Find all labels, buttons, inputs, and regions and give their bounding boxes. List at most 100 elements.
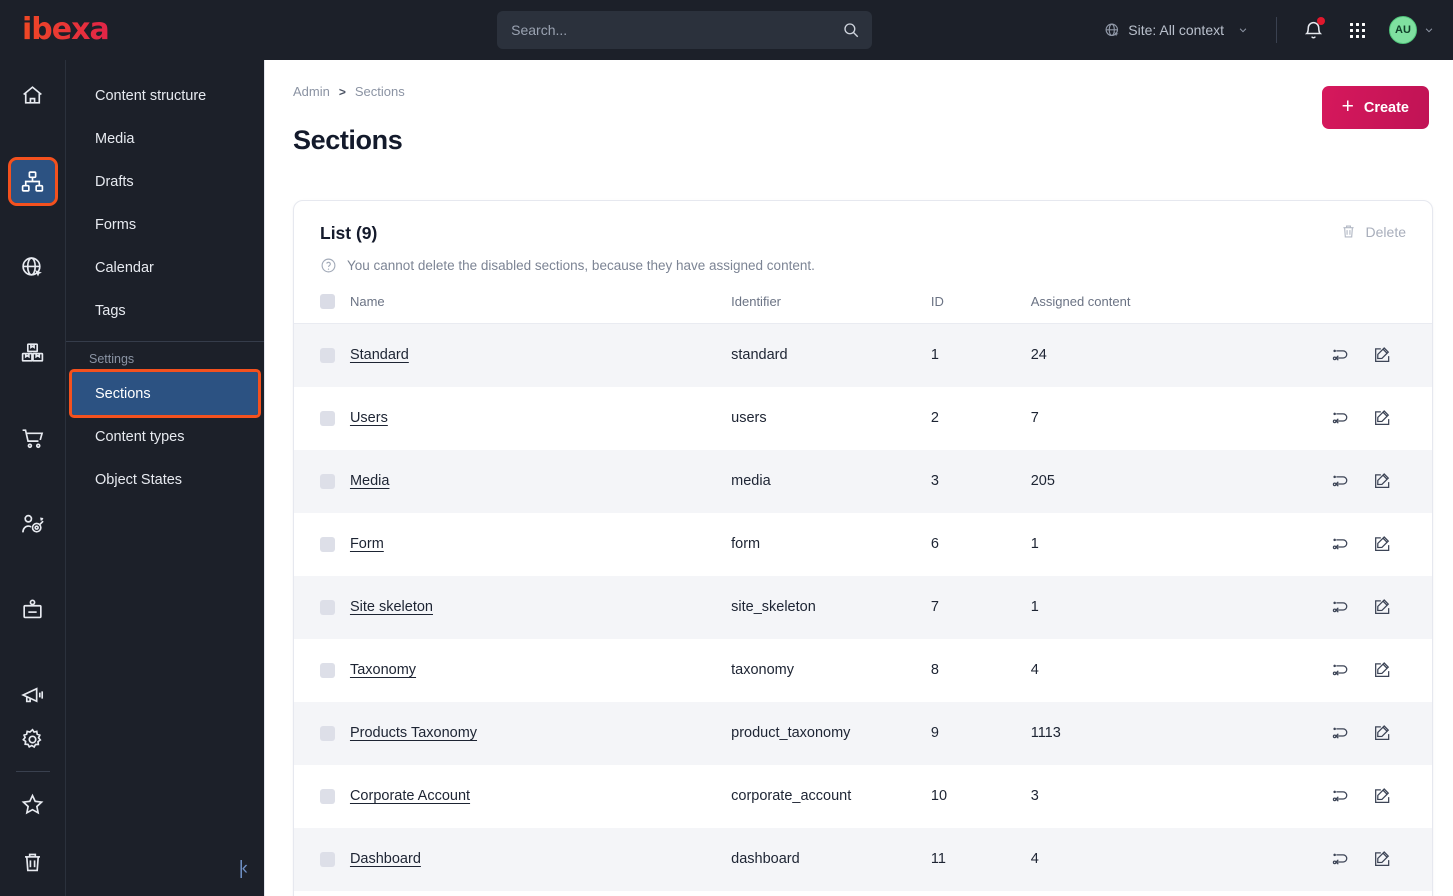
row-checkbox[interactable]: [320, 788, 335, 804]
row-checkbox[interactable]: [320, 851, 335, 867]
table-row[interactable]: Dashboard dashboard 11 4: [294, 827, 1432, 891]
rail-item-bookmarks[interactable]: [11, 782, 55, 826]
section-name-link[interactable]: Taxonomy: [350, 662, 416, 678]
sidebar-item-forms[interactable]: Forms: [72, 203, 258, 246]
row-checkbox[interactable]: [320, 599, 335, 615]
cell-assigned-content: 1: [1030, 536, 1039, 552]
table-row[interactable]: Media media 3 205: [294, 449, 1432, 513]
table-row[interactable]: Standard standard 1 24: [294, 323, 1432, 387]
cell-assigned-content: 24: [1030, 347, 1047, 364]
search-box[interactable]: [497, 11, 873, 49]
sidebar-item-media[interactable]: Media: [72, 117, 258, 160]
sidebar-item-sections[interactable]: Sections: [69, 369, 261, 418]
assign-section-button[interactable]: [1330, 786, 1350, 806]
edit-section-button[interactable]: [1372, 786, 1392, 806]
assign-section-button[interactable]: [1330, 849, 1350, 869]
rail-item-customer-targeting[interactable]: [11, 502, 55, 545]
breadcrumb-item-admin[interactable]: Admin: [293, 84, 330, 99]
rail-item-cart[interactable]: [11, 417, 55, 460]
assign-section-button[interactable]: [1330, 471, 1350, 491]
column-header-name[interactable]: Name: [349, 294, 732, 324]
edit-section-button[interactable]: [1372, 723, 1392, 743]
delete-button[interactable]: Delete: [1340, 223, 1406, 240]
create-button[interactable]: + Create: [1321, 86, 1429, 129]
assign-section-icon: [1332, 601, 1348, 613]
site-context-selector[interactable]: Site: All context: [1104, 22, 1262, 39]
assign-section-button[interactable]: [1330, 723, 1350, 743]
search-input[interactable]: [497, 11, 873, 49]
sidebar-group-settings-label: Settings: [89, 352, 135, 366]
section-name-link[interactable]: Site skeleton: [350, 599, 433, 615]
edit-section-button[interactable]: [1372, 345, 1392, 365]
row-checkbox[interactable]: [320, 473, 335, 489]
cell-name: Form: [350, 513, 731, 576]
edit-section-button[interactable]: [1372, 471, 1392, 491]
table-row[interactable]: Users users 2 7: [294, 387, 1432, 450]
column-header-identifier[interactable]: Identifier: [731, 294, 931, 324]
rail-item-settings[interactable]: [11, 717, 55, 761]
sidebar-item-drafts[interactable]: Drafts: [72, 160, 258, 203]
section-name-link[interactable]: Products Taxonomy: [350, 725, 477, 741]
rail-item-trash[interactable]: [11, 840, 55, 884]
edit-section-button[interactable]: [1372, 534, 1392, 554]
sidebar-item-object-states[interactable]: Object States: [72, 458, 258, 501]
cell-actions: [1330, 576, 1432, 639]
cell-identifier: product_taxonomy: [731, 725, 851, 741]
assign-section-button[interactable]: [1330, 345, 1350, 365]
assign-section-icon: [1332, 790, 1348, 802]
home-icon: [23, 86, 42, 104]
sidebar-item-label: Tags: [95, 302, 126, 319]
edit-section-button[interactable]: [1372, 408, 1392, 428]
table-row[interactable]: Taxonomy taxonomy 8 4: [294, 639, 1432, 702]
select-all-checkbox[interactable]: [320, 294, 335, 309]
section-name-link[interactable]: Standard: [350, 347, 409, 363]
sidebar-item-tags[interactable]: Tags: [72, 289, 258, 332]
row-checkbox[interactable]: [320, 662, 335, 678]
breadcrumb: Admin > Sections: [265, 60, 1453, 99]
secondary-sidebar: Content structure Media Drafts Forms Cal…: [66, 60, 265, 896]
column-header-id[interactable]: ID: [930, 294, 1031, 324]
notifications-button[interactable]: [1296, 13, 1330, 47]
cell-identifier: standard: [731, 347, 788, 364]
section-name-link[interactable]: Dashboard: [350, 851, 421, 867]
user-menu-button[interactable]: AU: [1381, 13, 1434, 47]
sidebar-item-content-types[interactable]: Content types: [72, 415, 258, 458]
rail-item-megaphone[interactable]: [11, 674, 55, 717]
assign-section-button[interactable]: [1330, 660, 1350, 680]
ibexa-logo[interactable]: ibexa: [0, 15, 265, 45]
cell-actions: [1330, 387, 1432, 450]
row-checkbox[interactable]: [320, 536, 335, 552]
cell-id: 7: [930, 599, 939, 615]
section-name-link[interactable]: Corporate Account: [350, 788, 470, 804]
table-row[interactable]: Site skeleton site_skeleton 7 1: [294, 575, 1432, 639]
search-icon[interactable]: [842, 21, 860, 39]
row-checkbox[interactable]: [320, 725, 335, 741]
section-name-link[interactable]: Media: [350, 473, 390, 489]
section-name-link[interactable]: Users: [350, 410, 388, 426]
assign-section-button[interactable]: [1330, 597, 1350, 617]
rail-item-home[interactable]: [11, 74, 55, 117]
assign-section-button[interactable]: [1330, 534, 1350, 554]
section-name-link[interactable]: Form: [350, 536, 384, 552]
apps-menu-button[interactable]: [1340, 13, 1374, 47]
rail-item-id-card[interactable]: [11, 588, 55, 631]
table-row[interactable]: Corporate Account corporate_account 10 3: [294, 765, 1432, 828]
sidebar-item-calendar[interactable]: Calendar: [72, 246, 258, 289]
table-row[interactable]: Products Taxonomy product_taxonomy 9 1113: [294, 701, 1432, 765]
sidebar-item-content-structure[interactable]: Content structure: [72, 74, 258, 117]
rail-item-site[interactable]: [11, 245, 55, 288]
edit-section-button[interactable]: [1372, 849, 1392, 869]
rail-item-content-structure[interactable]: [7, 156, 58, 207]
row-checkbox[interactable]: [320, 410, 335, 426]
column-header-assigned-content[interactable]: Assigned content: [1030, 294, 1331, 324]
collapse-sidebar-button[interactable]: |‹: [239, 859, 264, 896]
assign-section-button[interactable]: [1330, 408, 1350, 428]
apps-grid-icon: [1349, 22, 1365, 38]
table-row[interactable]: Form form 6 1: [294, 513, 1432, 576]
delete-button-label: Delete: [1365, 223, 1406, 240]
row-select-cell: [294, 828, 350, 891]
edit-section-button[interactable]: [1372, 597, 1392, 617]
edit-section-button[interactable]: [1372, 660, 1392, 680]
rail-item-products[interactable]: [11, 331, 55, 374]
row-checkbox[interactable]: [320, 347, 335, 363]
